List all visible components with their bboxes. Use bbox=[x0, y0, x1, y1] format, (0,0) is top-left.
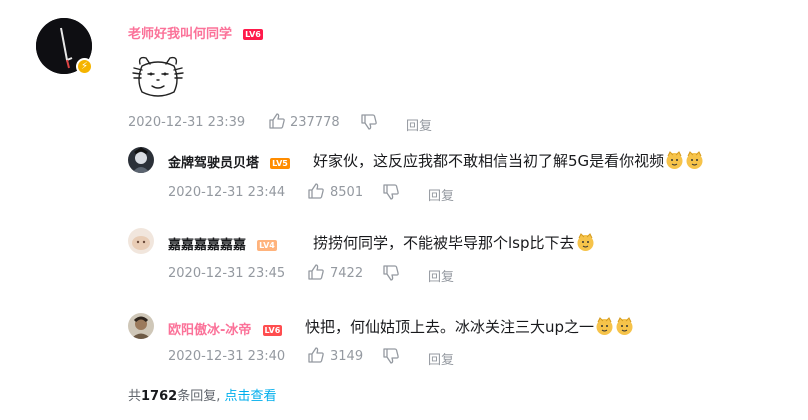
level-badge: LV5 bbox=[270, 158, 290, 169]
like-icon[interactable] bbox=[307, 263, 325, 285]
footer-suffix: 条回复, bbox=[177, 389, 221, 404]
dislike-icon[interactable] bbox=[360, 113, 378, 135]
reply-button[interactable]: 回复 bbox=[428, 185, 454, 204]
reply-text: 好家伙，这反应我都不敢相信当初了解5G是看你视频 bbox=[313, 152, 665, 170]
reply-like-count: 7422 bbox=[330, 266, 364, 281]
reply-content: 好家伙，这反应我都不敢相信当初了解5G是看你视频 bbox=[313, 150, 704, 171]
reply-button[interactable]: 回复 bbox=[428, 349, 454, 368]
reply-avatar[interactable] bbox=[128, 228, 154, 254]
reply-time: 2020-12-31 23:40 bbox=[168, 349, 286, 364]
level-badge: LV6 bbox=[243, 29, 263, 40]
doge-emoji-icon bbox=[615, 317, 634, 336]
doge-emoji-icon bbox=[665, 151, 684, 170]
like-icon[interactable] bbox=[307, 182, 325, 204]
reply-username[interactable]: 金牌驾驶员贝塔 bbox=[168, 156, 259, 171]
doge-sticker bbox=[130, 50, 186, 102]
dislike-icon[interactable] bbox=[382, 183, 400, 205]
main-like-count: 237778 bbox=[290, 115, 340, 130]
level-badge: LV6 bbox=[262, 325, 283, 336]
reply-header: 金牌驾驶员贝塔 LV5 bbox=[168, 152, 290, 171]
main-comment-header: 老师好我叫何同学 LV6 bbox=[128, 23, 263, 42]
reply-content: 捞捞何同学，不能被毕导那个lsp比下去 bbox=[313, 232, 595, 253]
main-reply-button[interactable]: 回复 bbox=[406, 115, 432, 134]
footer-prefix: 共 bbox=[128, 389, 142, 404]
reply-count: 1762 bbox=[141, 389, 178, 404]
doge-emoji-icon bbox=[685, 151, 704, 170]
dislike-icon[interactable] bbox=[382, 347, 400, 369]
reply-username[interactable]: 嘉嘉嘉嘉嘉嘉 bbox=[168, 238, 246, 253]
main-avatar[interactable]: ⚡ bbox=[36, 18, 93, 75]
reply-like-count: 3149 bbox=[330, 349, 364, 364]
reply-content: 快把，何仙姑顶上去。冰冰关注三大up之一 bbox=[305, 316, 634, 337]
like-icon[interactable] bbox=[268, 112, 286, 134]
reply-header: 欧阳傲冰-冰帝 LV6 bbox=[168, 319, 283, 338]
reply-count-footer: 共1762条回复, 点击查看 bbox=[128, 385, 277, 404]
dislike-icon[interactable] bbox=[382, 264, 400, 286]
reply-button[interactable]: 回复 bbox=[428, 266, 454, 285]
reply-text: 快把，何仙姑顶上去。冰冰关注三大up之一 bbox=[305, 318, 595, 336]
view-more-link[interactable]: 点击查看 bbox=[224, 389, 276, 404]
main-username[interactable]: 老师好我叫何同学 bbox=[128, 27, 232, 42]
reply-like-count: 8501 bbox=[330, 185, 364, 200]
doge-emoji-icon bbox=[576, 233, 595, 252]
reply-text: 捞捞何同学，不能被毕导那个lsp比下去 bbox=[313, 234, 575, 252]
reply-header: 嘉嘉嘉嘉嘉嘉 LV4 bbox=[168, 234, 277, 253]
reply-avatar[interactable] bbox=[128, 313, 154, 339]
reply-time: 2020-12-31 23:45 bbox=[168, 266, 286, 281]
reply-username[interactable]: 欧阳傲冰-冰帝 bbox=[168, 323, 251, 338]
main-comment-time: 2020-12-31 23:39 bbox=[128, 115, 246, 130]
like-icon[interactable] bbox=[307, 346, 325, 368]
level-badge: LV4 bbox=[257, 240, 277, 251]
reply-avatar[interactable] bbox=[128, 147, 154, 173]
verified-badge-icon: ⚡ bbox=[76, 58, 93, 75]
reply-time: 2020-12-31 23:44 bbox=[168, 185, 286, 200]
doge-emoji-icon bbox=[595, 317, 614, 336]
